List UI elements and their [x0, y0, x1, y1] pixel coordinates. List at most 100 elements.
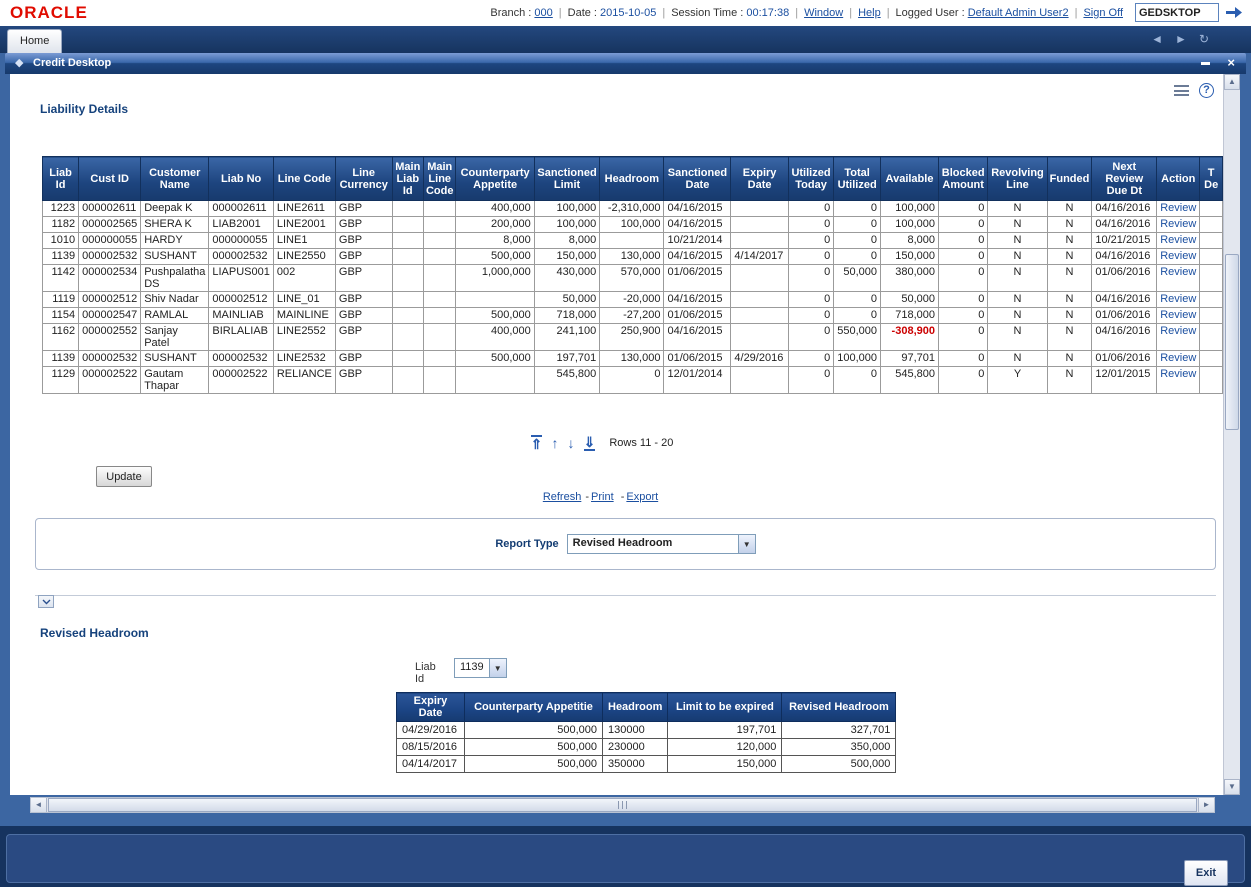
- review-link[interactable]: Review: [1160, 352, 1196, 364]
- table-row[interactable]: 04/14/2017 500,000 350000 150,000 500,000: [396, 755, 897, 773]
- scroll-down-arrow[interactable]: ▼: [1224, 779, 1240, 795]
- rows-range-label: Rows 11 - 20: [609, 437, 674, 449]
- table-row[interactable]: 04/29/2016 500,000 130000 197,701 327,701: [396, 721, 897, 739]
- go-arrow-icon[interactable]: [1224, 4, 1244, 21]
- horizontal-scroll-thumb[interactable]: [48, 798, 1197, 812]
- liab-id-label: Liab Id: [415, 661, 436, 685]
- cell: [730, 307, 789, 324]
- review-link[interactable]: Review: [1160, 202, 1196, 214]
- vertical-scroll-thumb[interactable]: [1225, 254, 1239, 430]
- cell: 100,000: [833, 350, 882, 367]
- cell: [391, 323, 424, 351]
- cell: N: [987, 307, 1048, 324]
- cell: 1154: [42, 307, 80, 324]
- table-row[interactable]: 1223 000002611 Deepak K 000002611 LINE2611 GB…: [42, 200, 1223, 217]
- cell: 130,000: [599, 248, 665, 265]
- nav-back-icon[interactable]: ◄: [1151, 32, 1163, 46]
- branch-link[interactable]: 000: [534, 7, 552, 19]
- exit-button[interactable]: Exit: [1184, 860, 1228, 886]
- cell: 1139: [42, 350, 80, 367]
- close-button[interactable]: ×: [1227, 55, 1235, 70]
- tab-home[interactable]: Home: [7, 29, 63, 53]
- column-header: Revolving Line: [987, 156, 1048, 201]
- scroll-left-arrow[interactable]: ◄: [31, 798, 47, 812]
- scroll-up-arrow[interactable]: ▲: [1224, 74, 1240, 90]
- logged-user-link[interactable]: Default Admin User2: [968, 7, 1069, 19]
- tab-bar: Home ◄ ► ↻: [0, 26, 1251, 53]
- cell: [730, 264, 789, 292]
- review-link[interactable]: Review: [1160, 325, 1196, 337]
- separator: |: [795, 7, 799, 19]
- vertical-scrollbar[interactable]: ▲ ▼: [1223, 74, 1240, 795]
- cell: 04/16/2016: [1091, 248, 1158, 265]
- update-button[interactable]: Update: [96, 466, 152, 487]
- collapse-section-button[interactable]: [38, 595, 54, 608]
- cell: 718,000: [880, 307, 939, 324]
- refresh-link[interactable]: Refresh: [543, 491, 582, 503]
- table-row[interactable]: 1010 000000055 HARDY 000000055 LINE1 GBP 8,000…: [42, 232, 1223, 249]
- previous-page-icon[interactable]: ↑: [551, 436, 558, 450]
- table-row[interactable]: 1139 000002532 SUSHANT 000002532 LINE2550 GBP…: [42, 248, 1223, 265]
- last-page-icon[interactable]: ⇓: [583, 435, 596, 451]
- column-header: Sanctioned Date: [663, 156, 732, 201]
- table-row[interactable]: 1142 000002534 Pushpalatha DS LIAPUS001 002 G…: [42, 264, 1223, 292]
- customize-icon[interactable]: [1174, 85, 1189, 96]
- window-link[interactable]: Window: [804, 7, 843, 19]
- cell: 500,000: [464, 755, 603, 773]
- table-row[interactable]: 1139 000002532 SUSHANT 000002532 LINE2532 GBP…: [42, 350, 1223, 367]
- table-row[interactable]: 1154 000002547 RAMLAL MAINLIAB MAINLINE GBP 50…: [42, 307, 1223, 324]
- help-link[interactable]: Help: [858, 7, 881, 19]
- review-link[interactable]: Review: [1160, 368, 1196, 380]
- refresh-icon[interactable]: ↻: [1199, 32, 1209, 46]
- column-header: Sanctioned Limit: [533, 156, 601, 201]
- cell: 002: [272, 264, 336, 292]
- cell: 0: [787, 264, 835, 292]
- table-row[interactable]: 1119 000002512 Shiv Nadar 000002512 LINE_01 G…: [42, 291, 1223, 308]
- report-type-select[interactable]: Revised Headroom ▼: [566, 534, 756, 554]
- table-row[interactable]: 1162 000002552 Sanjay Patel BIRLALIAB LINE25…: [42, 323, 1223, 351]
- dropdown-arrow-icon[interactable]: ▼: [737, 535, 755, 553]
- print-link[interactable]: Print: [591, 491, 614, 503]
- table-row[interactable]: 1129 000002522 Gautam Thapar 000002522 RELIA…: [42, 366, 1223, 394]
- nav-forward-icon[interactable]: ►: [1175, 32, 1187, 46]
- review-link[interactable]: Review: [1160, 234, 1196, 246]
- cell: 000002522: [208, 366, 274, 394]
- cell: RAMLAL: [140, 307, 210, 324]
- review-link[interactable]: Review: [1160, 309, 1196, 321]
- cell: N: [987, 323, 1048, 351]
- header-label: Date :: [567, 7, 601, 19]
- help-icon[interactable]: ?: [1199, 83, 1214, 98]
- scroll-right-arrow[interactable]: ►: [1198, 798, 1214, 812]
- revised-headroom-title: Revised Headroom: [40, 626, 149, 640]
- table-row[interactable]: 08/15/2016 500,000 230000 120,000 350,000: [396, 738, 897, 756]
- cell: SUSHANT: [140, 350, 210, 367]
- window-title: Credit Desktop: [33, 57, 112, 69]
- cell: 570,000: [599, 264, 665, 292]
- review-link[interactable]: Review: [1160, 266, 1196, 278]
- column-header: Funded: [1046, 156, 1093, 201]
- first-page-icon[interactable]: ⇑: [530, 435, 543, 451]
- column-header: Revised Headroom: [781, 692, 897, 722]
- minimize-button[interactable]: [1201, 62, 1210, 65]
- cell: LIAB2001: [208, 216, 274, 233]
- report-type-panel: Report Type Revised Headroom ▼: [35, 518, 1216, 570]
- cell: Review: [1156, 264, 1201, 292]
- cell: GBP: [334, 200, 393, 217]
- liab-id-select[interactable]: 1139 ▼: [454, 658, 507, 678]
- sign-off-link[interactable]: Sign Off: [1083, 7, 1123, 19]
- cell: 100,000: [533, 216, 601, 233]
- review-link[interactable]: Review: [1160, 218, 1196, 230]
- horizontal-scrollbar[interactable]: ◄ ►: [30, 797, 1215, 813]
- cell: 97,701: [880, 350, 939, 367]
- cell: 0: [937, 291, 989, 308]
- dropdown-arrow-icon[interactable]: ▼: [488, 659, 506, 677]
- cell: N: [1046, 350, 1093, 367]
- table-row[interactable]: 1182 000002565 SHERA K LIAB2001 LINE2001 GBP 2…: [42, 216, 1223, 233]
- review-link[interactable]: Review: [1160, 293, 1196, 305]
- export-link[interactable]: Export: [626, 491, 658, 503]
- next-page-icon[interactable]: ↓: [568, 436, 575, 450]
- review-link[interactable]: Review: [1160, 250, 1196, 262]
- workspace-input[interactable]: [1135, 3, 1219, 22]
- cell: 50,000: [833, 264, 882, 292]
- cell: 130,000: [599, 350, 665, 367]
